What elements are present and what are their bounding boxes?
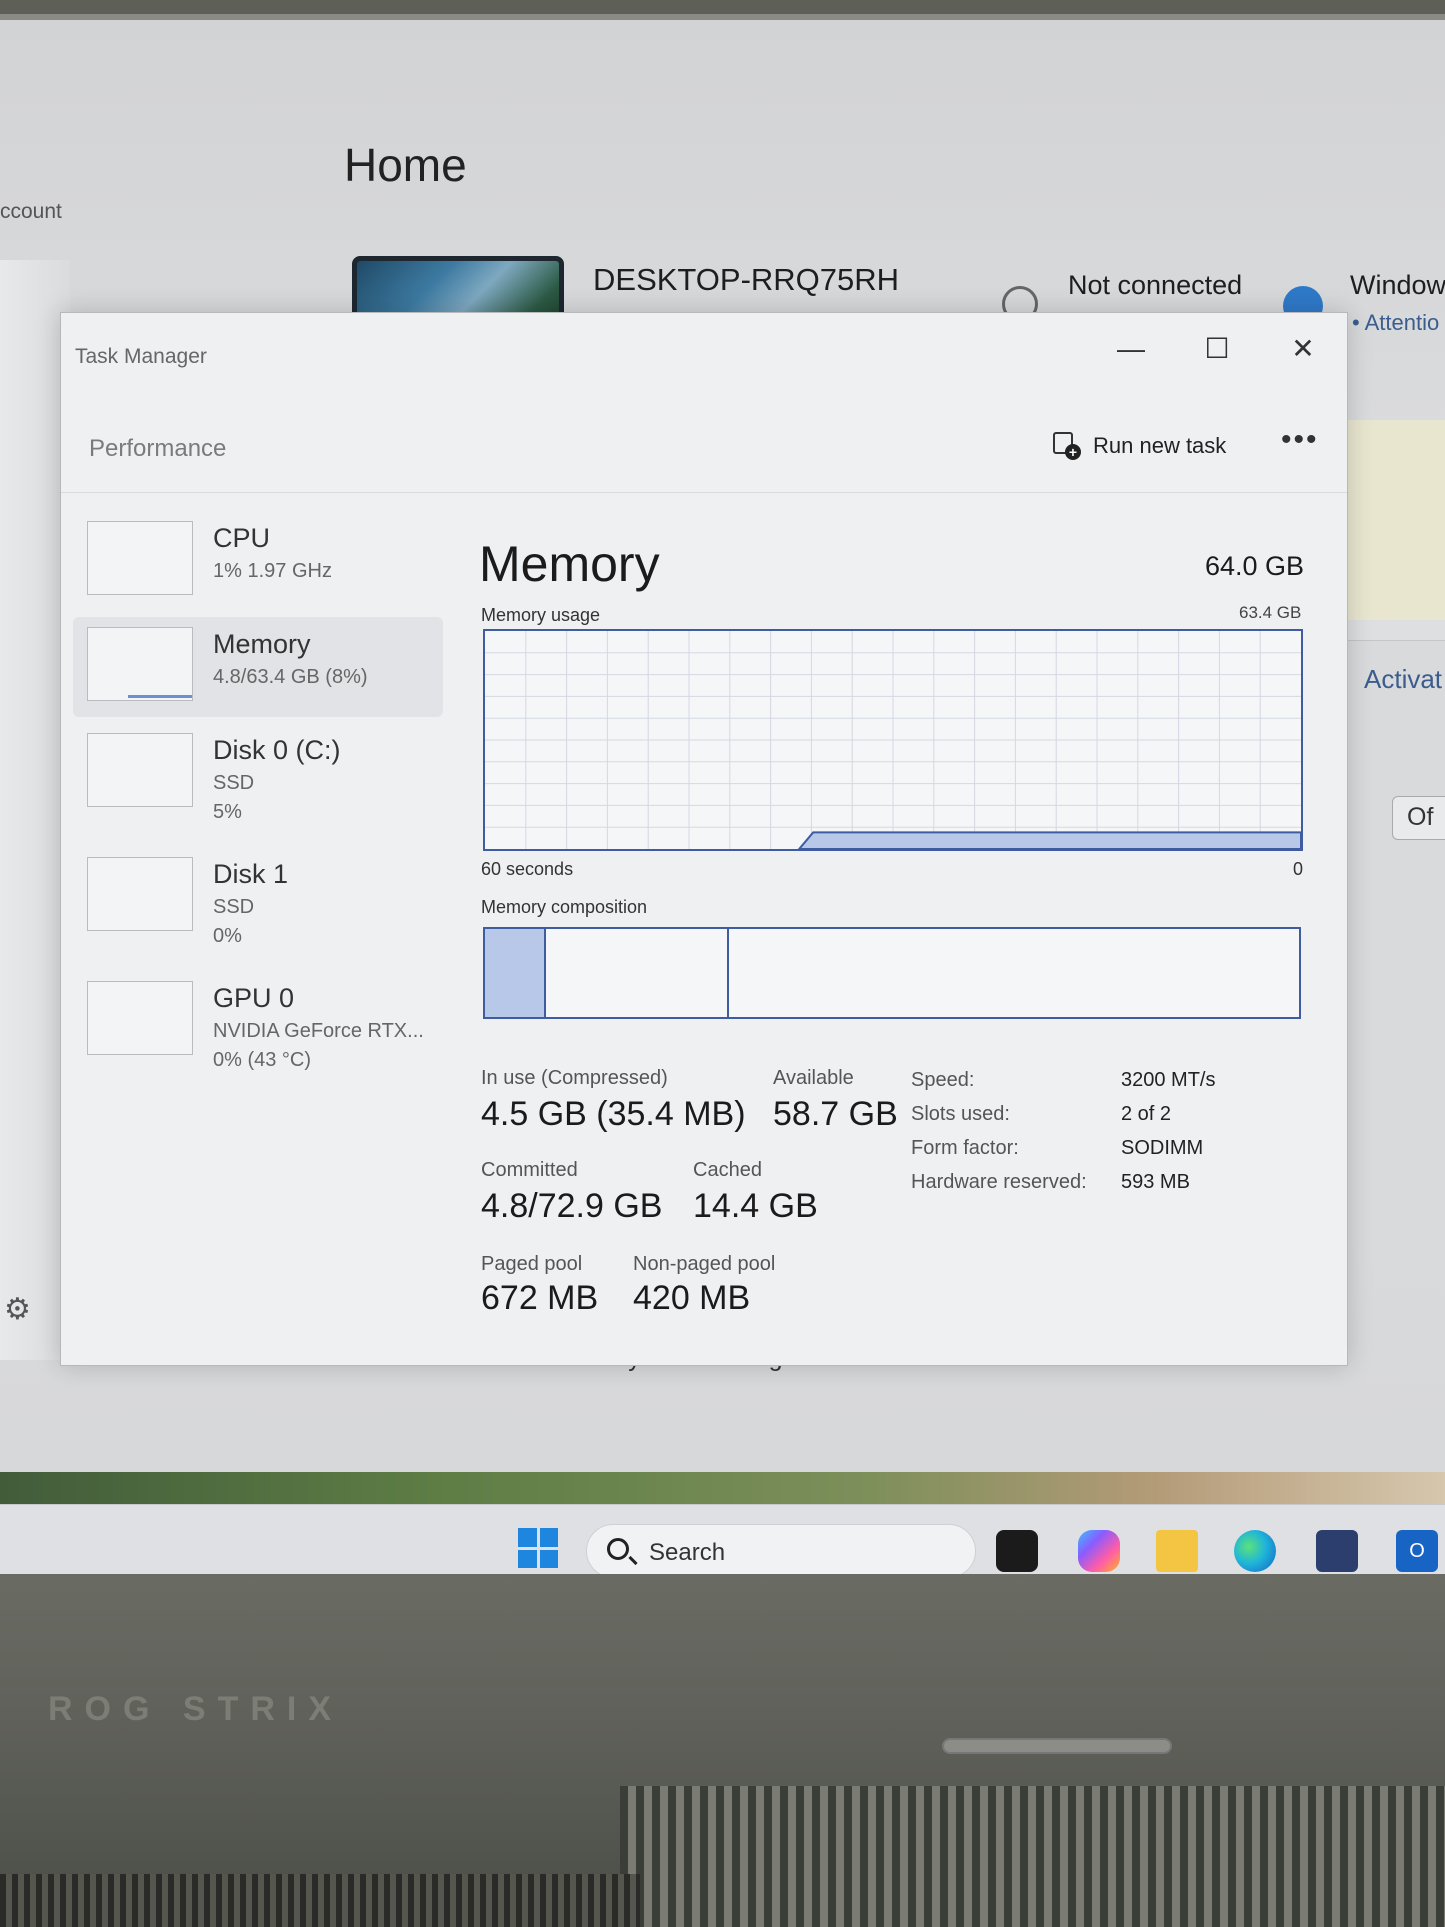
perf-item-gpu0[interactable]: GPU 0 NVIDIA GeForce RTX... 0% (43 °C) [73, 971, 443, 1071]
perf-item-detail: 1% 1.97 GHz [213, 560, 332, 582]
toolbar: Performance + Run new task ••• [61, 413, 1347, 493]
memory-usage-label: Memory usage [481, 605, 601, 625]
memory-thumbnail-graph [87, 627, 193, 701]
disk1-thumbnail-graph [87, 857, 193, 931]
available-value: 58.7 GB [773, 1095, 898, 1133]
more-options-button[interactable]: ••• [1281, 423, 1319, 457]
perf-item-name: Disk 0 (C:) [213, 735, 341, 765]
perf-item-name: CPU [213, 523, 271, 553]
spec-label-form-factor: Form factor: [911, 1137, 1019, 1159]
non-paged-pool-label: Non-paged pool [633, 1253, 776, 1275]
vent-grille [0, 1874, 640, 1927]
gpu0-thumbnail-graph [87, 981, 193, 1055]
non-paged-pool-value: 420 MB [633, 1279, 751, 1317]
edge-browser-icon[interactable] [1234, 1530, 1276, 1572]
laptop-screen: ccount Home DESKTOP-RRQ75RH Not connecte… [0, 14, 1445, 1574]
title-bar[interactable]: Task Manager — ☐ ✕ [61, 313, 1347, 379]
committed-value: 4.8/72.9 GB [481, 1187, 663, 1225]
paged-pool-label: Paged pool [481, 1253, 583, 1275]
memory-total: 64.0 GB [1205, 551, 1305, 581]
off-toggle-button[interactable]: Of [1392, 796, 1445, 840]
right-card-2 [1348, 640, 1445, 1220]
windows-update-label[interactable]: Window [1350, 270, 1445, 301]
spec-label-hardware-reserved: Hardware reserved: [911, 1171, 1087, 1193]
close-button[interactable]: ✕ [1273, 329, 1333, 369]
run-new-task-label: Run new task [1093, 433, 1227, 458]
settings-gear-icon[interactable]: ⚙ [4, 1292, 31, 1327]
run-task-icon: + [1053, 432, 1081, 460]
perf-item-detail: SSD 0% [213, 896, 255, 947]
cached-value: 14.4 GB [693, 1187, 818, 1225]
committed-label: Committed [481, 1159, 578, 1181]
perf-item-detail: SSD 5% [213, 772, 255, 823]
perf-item-disk1[interactable]: Disk 1 SSD 0% [73, 847, 443, 947]
task-view-icon[interactable] [996, 1530, 1038, 1572]
run-new-task-button[interactable]: + Run new task [1053, 421, 1226, 471]
perf-item-disk0[interactable]: Disk 0 (C:) SSD 5% [73, 723, 443, 823]
taskbar-search-box[interactable]: Search [586, 1524, 976, 1574]
cpu-thumbnail-graph [87, 521, 193, 595]
memory-composition-bar [483, 927, 1301, 1019]
account-label[interactable]: ccount [0, 200, 62, 224]
windows-start-icon[interactable] [518, 1528, 558, 1568]
desktop-wallpaper [0, 1472, 1445, 1504]
brand-logo: ROG STRIX [48, 1690, 344, 1728]
composition-in-use-segment[interactable] [485, 929, 547, 1017]
settings-page-title: Home [344, 139, 467, 191]
microsoft-store-icon[interactable] [1316, 1530, 1358, 1572]
memory-usage-area [797, 831, 1301, 849]
hinge [942, 1738, 1172, 1754]
perf-item-detail: 4.8/63.4 GB (8%) [213, 666, 368, 688]
activate-link[interactable]: Activat [1364, 664, 1442, 695]
graph-time-left: 60 seconds [481, 859, 574, 879]
perf-item-detail: NVIDIA GeForce RTX... 0% (43 °C) [213, 1020, 424, 1071]
section-title: Performance [89, 435, 227, 462]
file-explorer-icon[interactable] [1156, 1530, 1198, 1572]
spec-value-form-factor: SODIMM [1121, 1137, 1204, 1159]
memory-usage-plot [485, 631, 1301, 849]
attention-label: • Attentio [1352, 310, 1440, 335]
paged-pool-value: 672 MB [481, 1279, 599, 1317]
spec-value-hardware-reserved: 593 MB [1121, 1171, 1190, 1193]
network-status[interactable]: Not connected [1068, 270, 1242, 301]
perf-item-name: GPU 0 [213, 983, 295, 1013]
in-use-value: 4.5 GB (35.4 MB) [481, 1095, 746, 1133]
cached-label: Cached [693, 1159, 762, 1181]
perf-item-memory[interactable]: Memory 4.8/63.4 GB (8%) [73, 617, 443, 717]
available-label: Available [773, 1067, 854, 1089]
spec-value-speed: 3200 MT/s [1121, 1069, 1216, 1091]
search-icon [607, 1538, 629, 1560]
search-placeholder: Search [649, 1539, 726, 1566]
pc-name: DESKTOP-RRQ75RH [593, 262, 900, 297]
composition-modified-segment[interactable] [546, 929, 730, 1017]
right-card [1348, 420, 1445, 620]
maximize-button[interactable]: ☐ [1187, 329, 1247, 369]
perf-item-name: Memory [213, 629, 311, 659]
perf-item-cpu[interactable]: CPU 1% 1.97 GHz [73, 511, 443, 611]
spec-value-slots: 2 of 2 [1121, 1103, 1172, 1125]
in-use-label: In use (Compressed) [481, 1067, 668, 1089]
perf-item-name: Disk 1 [213, 859, 289, 889]
memory-heading: Memory [479, 536, 660, 592]
memory-usage-max: 63.4 GB [1239, 603, 1302, 622]
window-title: Task Manager [75, 345, 207, 368]
memory-usage-graph [483, 629, 1303, 851]
spec-label-speed: Speed: [911, 1069, 975, 1091]
graph-time-right: 0 [1293, 859, 1304, 879]
memory-composition-label: Memory composition [481, 897, 648, 917]
spec-label-slots: Slots used: [911, 1103, 1010, 1125]
copilot-icon[interactable] [1078, 1530, 1120, 1572]
minimize-button[interactable]: — [1101, 329, 1161, 369]
keyboard-grille [620, 1786, 1445, 1927]
outlook-icon[interactable]: O [1396, 1530, 1438, 1572]
disk0-thumbnail-graph [87, 733, 193, 807]
task-manager-window: Task Manager — ☐ ✕ Performance + Run new… [60, 312, 1348, 1366]
